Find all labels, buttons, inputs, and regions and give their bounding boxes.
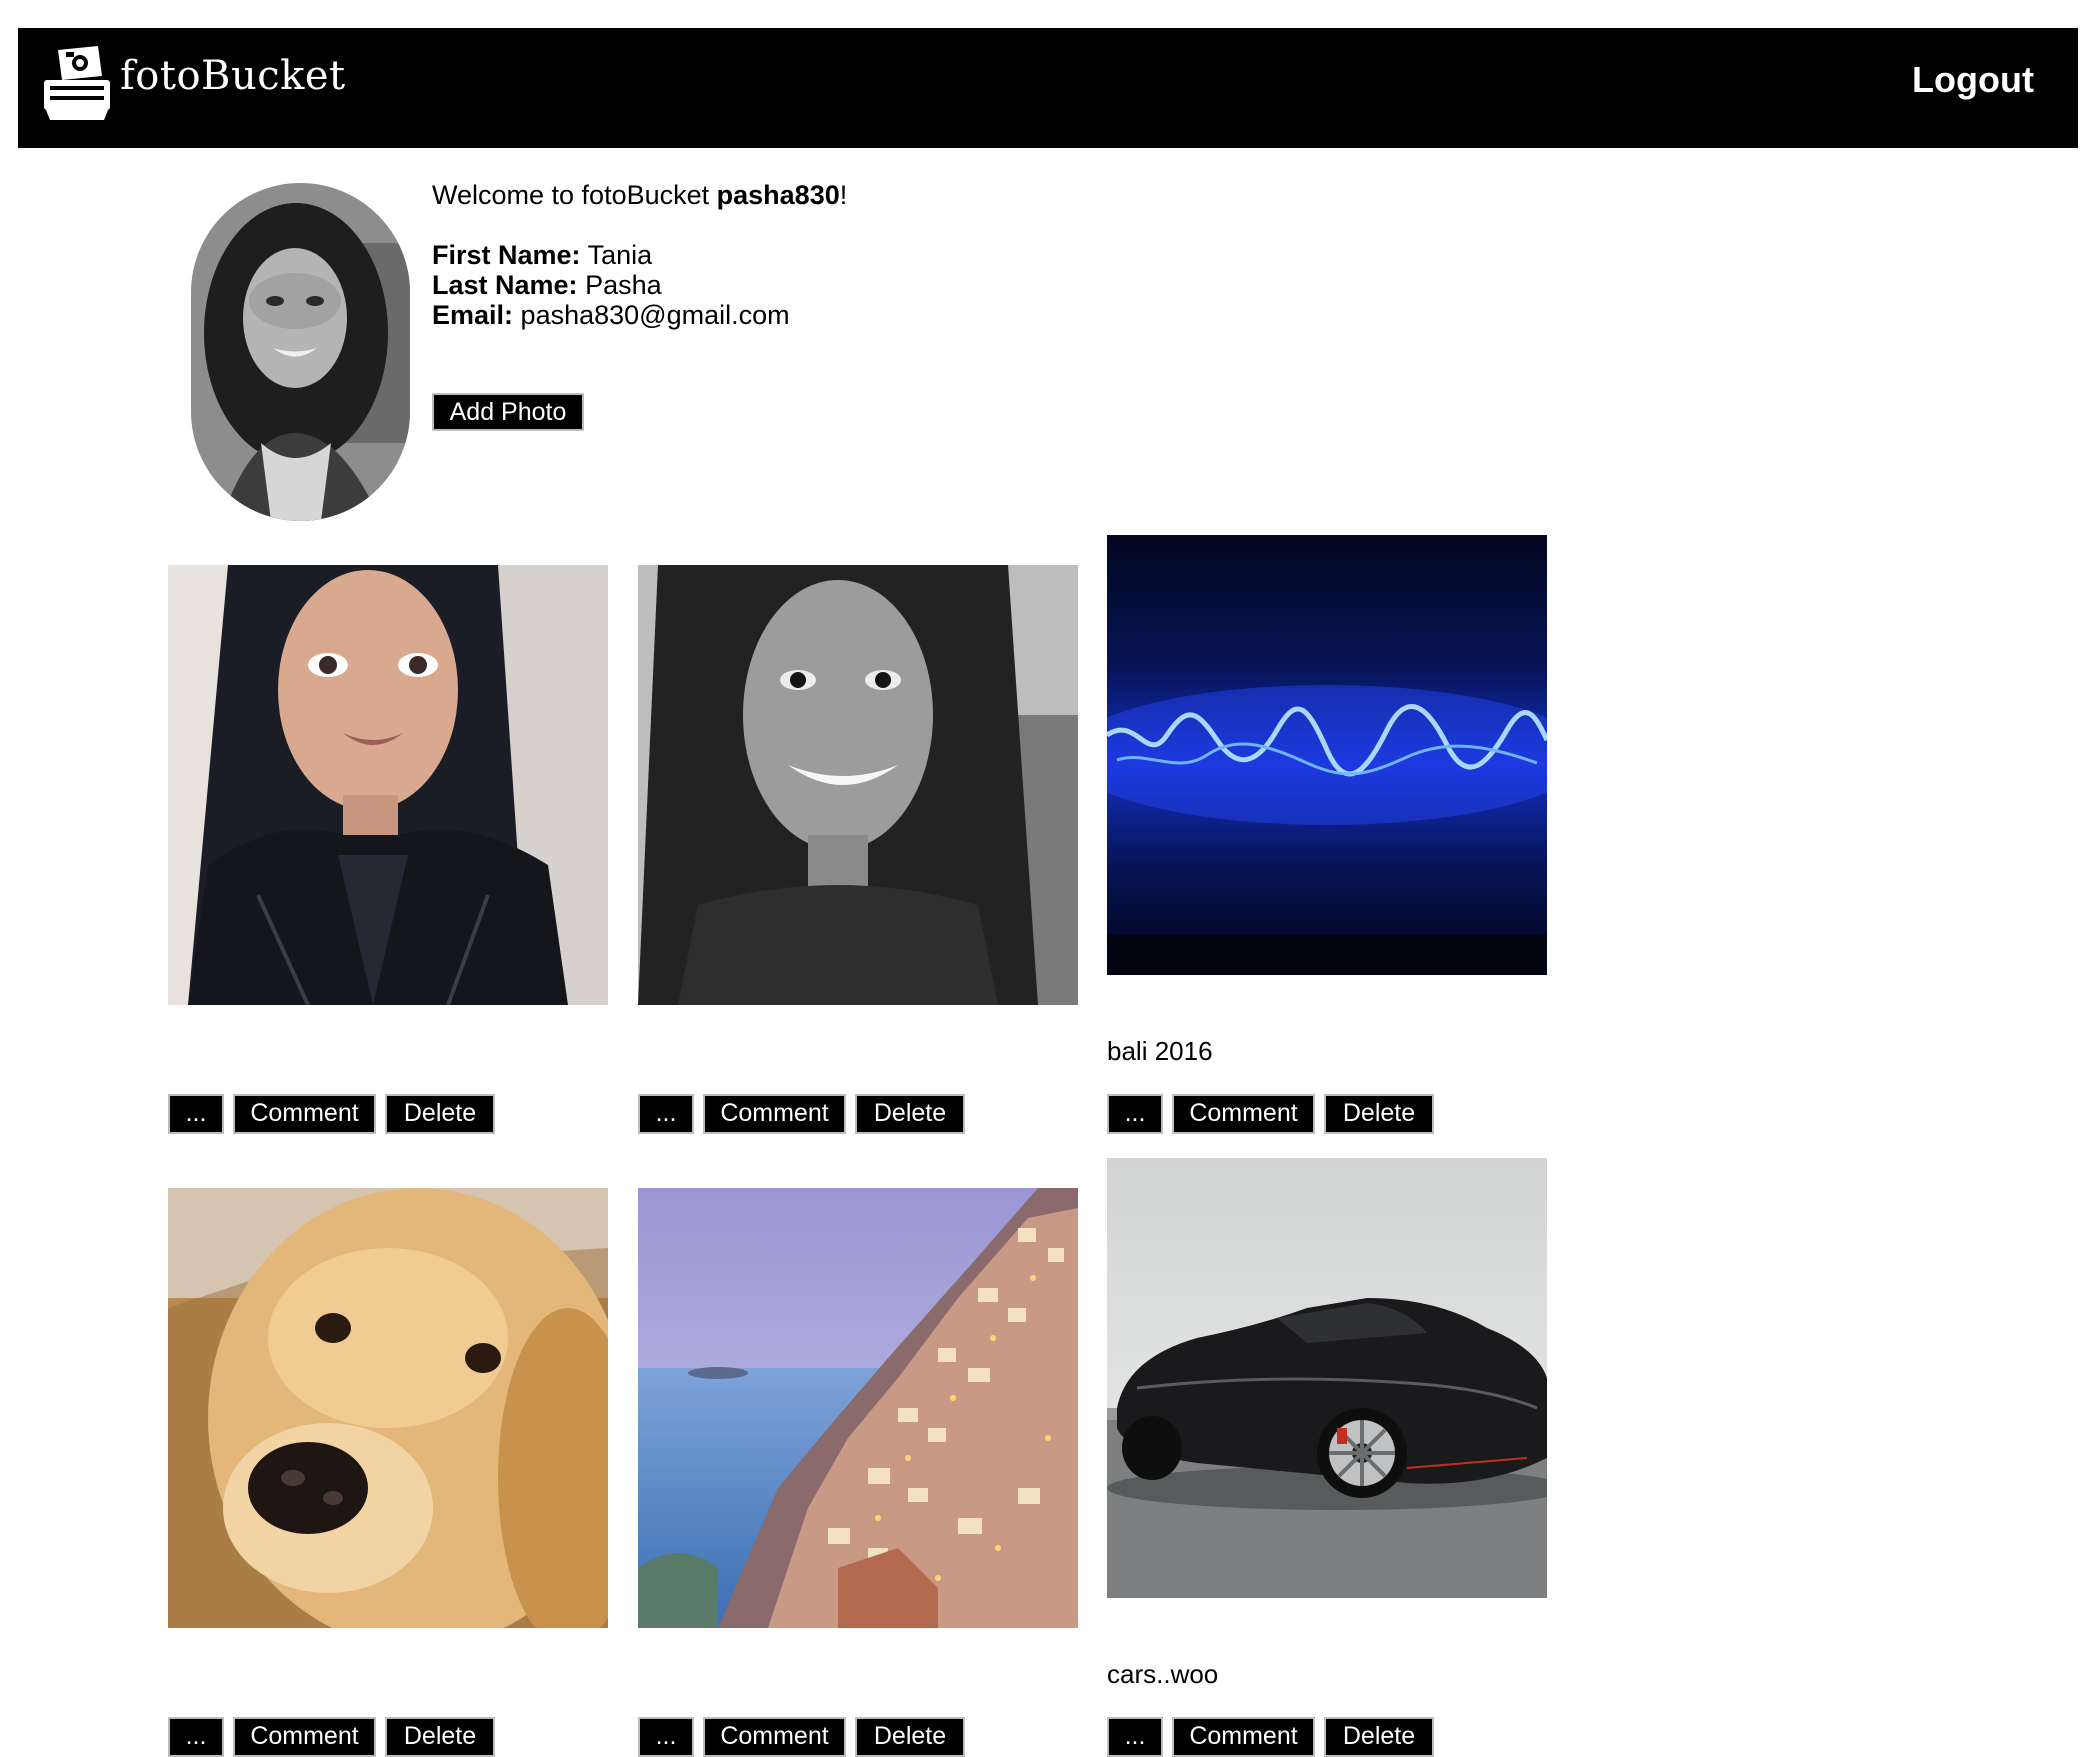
photo-coastal-cliff-town[interactable]: [638, 1188, 1078, 1628]
brand-name[interactable]: fotoBucket: [120, 56, 346, 96]
photo-1-more-button[interactable]: ...: [168, 1094, 224, 1134]
photo-5-more-button[interactable]: ...: [638, 1717, 694, 1757]
username: pasha830: [716, 180, 840, 210]
first-name-label: First Name:: [432, 240, 581, 270]
photo-4-delete-button[interactable]: Delete: [385, 1717, 495, 1757]
photo-1-comment-button[interactable]: Comment: [233, 1094, 376, 1134]
email-row: Email: pasha830@gmail.com: [432, 300, 847, 330]
profile-avatar: [191, 183, 410, 521]
photo-selfie-woman-leather-jacket[interactable]: [168, 565, 608, 1005]
photo-selfie-woman-black-and-white[interactable]: [638, 565, 1078, 1005]
first-name-row: First Name: Tania: [432, 240, 847, 270]
email-value: pasha830@gmail.com: [520, 300, 790, 330]
polaroid-camera-icon[interactable]: [36, 42, 118, 124]
photo-golden-retriever[interactable]: [168, 1188, 608, 1628]
top-nav-bar: fotoBucket Logout: [18, 28, 2078, 148]
photo-3-more-button[interactable]: ...: [1107, 1094, 1163, 1134]
photo-6-caption: cars..woo: [1107, 1659, 1219, 1689]
photo-5-delete-button[interactable]: Delete: [855, 1717, 965, 1757]
welcome-prefix: Welcome to fotoBucket: [432, 180, 717, 210]
logout-link[interactable]: Logout: [1912, 62, 2034, 98]
welcome-message: Welcome to fotoBucket pasha830!: [432, 180, 847, 210]
last-name-label: Last Name:: [432, 270, 578, 300]
photo-6-delete-button[interactable]: Delete: [1324, 1717, 1434, 1757]
email-label: Email:: [432, 300, 514, 330]
photo-3-delete-button[interactable]: Delete: [1324, 1094, 1434, 1134]
photo-black-sports-car[interactable]: [1107, 1158, 1547, 1598]
photo-4-comment-button[interactable]: Comment: [233, 1717, 376, 1757]
last-name-row: Last Name: Pasha: [432, 270, 847, 300]
last-name-value: Pasha: [585, 270, 662, 300]
photo-5-comment-button[interactable]: Comment: [703, 1717, 846, 1757]
photo-6-comment-button[interactable]: Comment: [1172, 1717, 1315, 1757]
photo-3-caption: bali 2016: [1107, 1036, 1213, 1066]
photo-6-more-button[interactable]: ...: [1107, 1717, 1163, 1757]
photo-blue-neon-text[interactable]: [1107, 535, 1547, 975]
profile-info: Welcome to fotoBucket pasha830! First Na…: [432, 180, 847, 330]
photo-2-delete-button[interactable]: Delete: [855, 1094, 965, 1134]
photo-1-delete-button[interactable]: Delete: [385, 1094, 495, 1134]
photo-2-comment-button[interactable]: Comment: [703, 1094, 846, 1134]
add-photo-button[interactable]: Add Photo: [432, 393, 584, 431]
photo-4-more-button[interactable]: ...: [168, 1717, 224, 1757]
welcome-suffix: !: [839, 180, 848, 210]
first-name-value: Tania: [587, 240, 653, 270]
photo-3-comment-button[interactable]: Comment: [1172, 1094, 1315, 1134]
photo-2-more-button[interactable]: ...: [638, 1094, 694, 1134]
